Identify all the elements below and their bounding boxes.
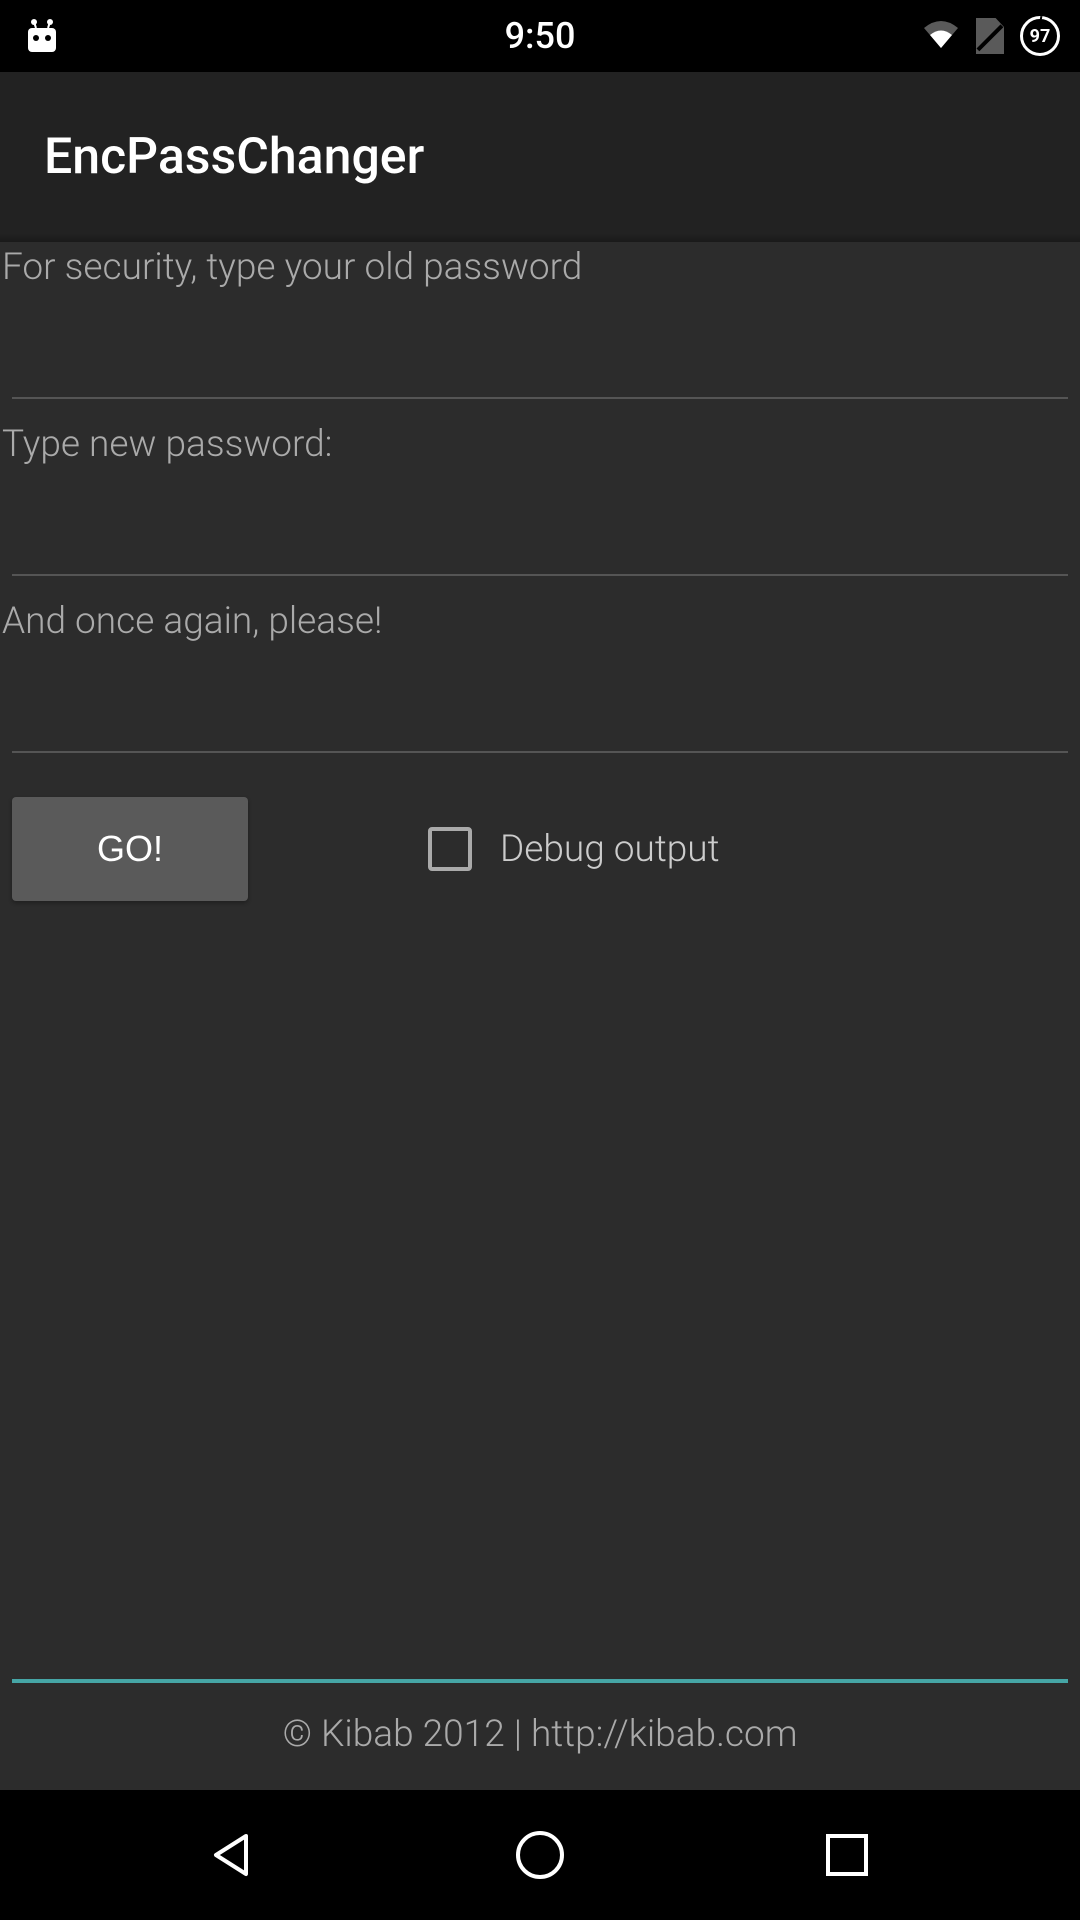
system-nav-bar xyxy=(0,1790,1080,1920)
footer-divider xyxy=(12,1679,1068,1683)
wifi-icon xyxy=(922,18,960,54)
status-time: 9:50 xyxy=(505,15,576,57)
status-left xyxy=(20,14,64,58)
confirm-password-label: And once again, please! xyxy=(0,596,1080,653)
app-header: EncPassChanger xyxy=(0,72,1080,242)
new-password-label: Type new password: xyxy=(0,419,1080,476)
app-title: EncPassChanger xyxy=(44,128,424,186)
no-sim-icon xyxy=(976,18,1004,54)
debug-checkbox-label: Debug output xyxy=(500,828,720,871)
status-bar: 9:50 97 xyxy=(0,0,1080,72)
battery-icon: 97 xyxy=(1020,16,1060,56)
cyanogenmod-icon xyxy=(20,14,64,58)
back-icon[interactable] xyxy=(204,1826,262,1884)
copyright-text: © Kibab 2012 | http://kibab.com xyxy=(12,1713,1068,1766)
debug-checkbox[interactable] xyxy=(428,827,472,871)
go-button[interactable]: GO! xyxy=(12,797,248,901)
old-password-input[interactable] xyxy=(12,319,1068,399)
new-password-input[interactable] xyxy=(12,496,1068,576)
content-area: For security, type your old password Typ… xyxy=(0,242,1080,1790)
home-icon[interactable] xyxy=(511,1826,569,1884)
action-row: GO! Debug output xyxy=(0,773,1080,901)
old-password-label: For security, type your old password xyxy=(0,242,1080,299)
confirm-password-input[interactable] xyxy=(12,673,1068,753)
recent-apps-icon[interactable] xyxy=(818,1826,876,1884)
footer: © Kibab 2012 | http://kibab.com xyxy=(0,1679,1080,1778)
battery-level: 97 xyxy=(1030,26,1051,47)
status-right: 97 xyxy=(922,16,1060,56)
debug-checkbox-container[interactable]: Debug output xyxy=(428,827,720,871)
